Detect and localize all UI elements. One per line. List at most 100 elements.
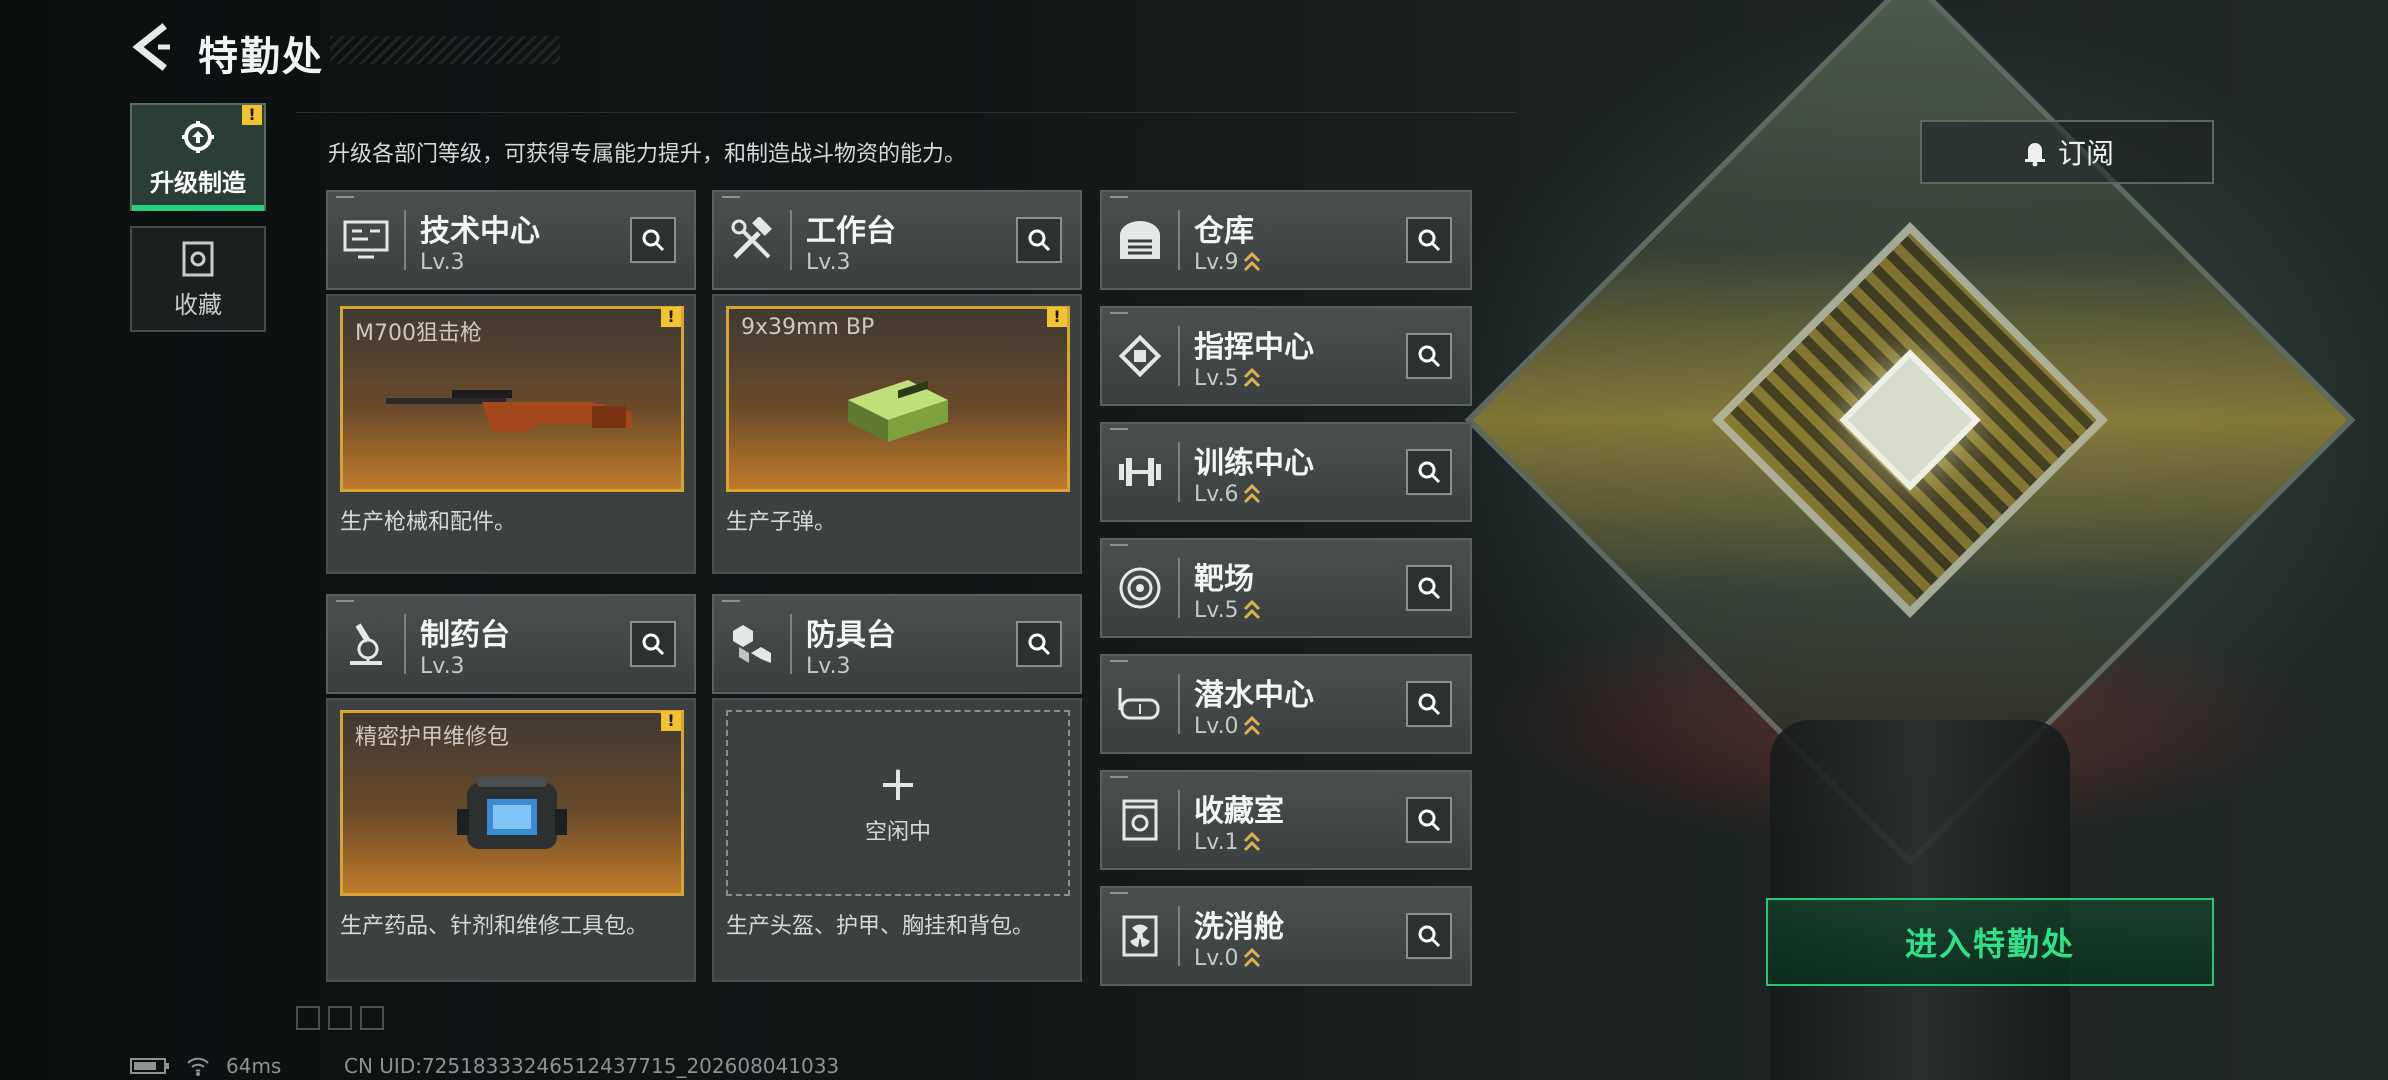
corner-mark bbox=[1110, 196, 1128, 198]
back-arrow-icon[interactable] bbox=[128, 22, 178, 72]
diving-mask-icon bbox=[1118, 688, 1160, 720]
tab-label: 收藏 bbox=[174, 290, 222, 319]
dept-card-decontamination[interactable]: 洗消舱 Lv.0 bbox=[1100, 886, 1472, 986]
production-desc: 生产枪械和配件。 bbox=[340, 510, 517, 535]
corner-mark bbox=[1110, 892, 1128, 894]
production-slot[interactable]: ! 精密护甲维修包 bbox=[340, 710, 684, 896]
add-icon: + bbox=[877, 756, 919, 812]
target-icon bbox=[1119, 567, 1161, 609]
dept-level: Lv.6 bbox=[1194, 481, 1239, 507]
section-description: 升级各部门等级，可获得专属能力提升，和制造战斗物资的能力。 bbox=[328, 142, 967, 167]
radiation-icon bbox=[1122, 915, 1158, 957]
corner-mark bbox=[722, 600, 740, 602]
search-icon bbox=[1418, 925, 1441, 948]
dept-level: Lv.3 bbox=[806, 653, 851, 679]
dept-card-collection-room[interactable]: 收藏室 Lv.1 bbox=[1100, 770, 1472, 870]
search-button[interactable] bbox=[630, 217, 676, 263]
search-button[interactable] bbox=[1406, 217, 1452, 263]
dept-name: 收藏室 bbox=[1194, 793, 1284, 829]
warning-badge: ! bbox=[661, 711, 681, 731]
search-icon bbox=[1028, 229, 1051, 252]
corner-mark bbox=[336, 600, 354, 602]
dept-card-armor-bench[interactable]: 防具台 Lv.3 bbox=[712, 594, 1082, 694]
production-slot[interactable]: ! 9x39mm BP bbox=[726, 306, 1070, 492]
dept-card-warehouse[interactable]: 仓库 Lv.9 bbox=[1100, 190, 1472, 290]
dept-name: 训练中心 bbox=[1194, 445, 1314, 481]
search-button[interactable] bbox=[1406, 913, 1452, 959]
dept-level: Lv.5 bbox=[1194, 365, 1239, 391]
empty-production-slot[interactable]: + 空闲中 bbox=[726, 710, 1070, 896]
search-icon bbox=[642, 229, 665, 252]
search-button[interactable] bbox=[1406, 681, 1452, 727]
production-desc: 生产子弹。 bbox=[726, 510, 837, 535]
corner-mark bbox=[1110, 544, 1128, 546]
search-icon bbox=[1418, 693, 1441, 716]
dept-name: 技术中心 bbox=[420, 213, 540, 249]
dept-name: 洗消舱 bbox=[1194, 909, 1284, 945]
section-divider bbox=[296, 112, 1516, 113]
dept-card-command-center[interactable]: 指挥中心 Lv.5 bbox=[1100, 306, 1472, 406]
dept-name: 潜水中心 bbox=[1194, 677, 1314, 713]
production-desc: 生产头盔、护甲、胸挂和背包。 bbox=[726, 914, 1035, 939]
dept-card-workbench[interactable]: 工作台 Lv.3 bbox=[712, 190, 1082, 290]
search-button[interactable] bbox=[630, 621, 676, 667]
search-icon bbox=[1418, 809, 1441, 832]
tab-upgrade-craft[interactable]: ! 升级制造 bbox=[130, 103, 266, 211]
production-panel-ammo: ! 9x39mm BP 生产子弹。 bbox=[712, 294, 1082, 574]
search-button[interactable] bbox=[1016, 621, 1062, 667]
search-button[interactable] bbox=[1406, 449, 1452, 495]
tab-collection[interactable]: 收藏 bbox=[130, 226, 266, 332]
dept-name: 工作台 bbox=[806, 213, 896, 249]
search-button[interactable] bbox=[1406, 797, 1452, 843]
bottom-decoration bbox=[296, 1006, 384, 1030]
status-bar: 64ms bbox=[130, 1054, 281, 1078]
dept-card-pharmacy[interactable]: 制药台 Lv.3 bbox=[326, 594, 696, 694]
dept-level: Lv.3 bbox=[420, 249, 465, 275]
dept-name: 指挥中心 bbox=[1194, 329, 1314, 365]
production-item-name: 精密护甲维修包 bbox=[355, 725, 510, 750]
dept-card-training-center[interactable]: 训练中心 Lv.6 bbox=[1100, 422, 1472, 522]
corner-mark bbox=[1110, 428, 1128, 430]
corner-mark bbox=[722, 196, 740, 198]
search-icon bbox=[1418, 345, 1441, 368]
search-button[interactable] bbox=[1016, 217, 1062, 263]
dept-card-tech-center[interactable]: 技术中心 Lv.3 bbox=[326, 190, 696, 290]
uid-text: CN UID:7251833324651243771​5_20260804103… bbox=[344, 1054, 840, 1078]
production-item-name: M700狙击枪 bbox=[355, 321, 482, 346]
dept-name: 防具台 bbox=[806, 617, 896, 653]
title-stripe-decoration bbox=[330, 36, 560, 64]
dept-card-diving-center[interactable]: 潜水中心 Lv.0 bbox=[1100, 654, 1472, 754]
blocks-icon bbox=[733, 625, 771, 663]
dept-level: Lv.9 bbox=[1194, 249, 1239, 275]
upgrade-chevron-icon bbox=[1243, 947, 1260, 968]
ping-value: 64ms bbox=[226, 1054, 282, 1078]
dept-name: 仓库 bbox=[1194, 213, 1254, 249]
production-desc: 生产药品、针剂和维修工具包。 bbox=[340, 914, 649, 939]
active-tab-underline bbox=[132, 205, 264, 211]
search-icon bbox=[1418, 229, 1441, 252]
dept-level: Lv.0 bbox=[1194, 713, 1239, 739]
monitor-icon bbox=[343, 220, 389, 259]
enter-special-ops-button[interactable]: 进入特勤处 bbox=[1766, 898, 2214, 986]
search-icon bbox=[1028, 633, 1051, 656]
upgrade-chevron-icon bbox=[1243, 367, 1260, 388]
upgrade-chevron-icon bbox=[1243, 483, 1260, 504]
search-button[interactable] bbox=[1406, 565, 1452, 611]
sniper-rifle-image bbox=[386, 389, 632, 432]
subscribe-button[interactable]: 订阅 bbox=[1920, 120, 2214, 184]
upgrade-chevron-icon bbox=[1243, 831, 1260, 852]
microscope-icon bbox=[350, 623, 382, 665]
dept-name: 靶场 bbox=[1194, 561, 1254, 597]
corner-mark bbox=[1110, 660, 1128, 662]
tab-label: 升级制造 bbox=[150, 168, 246, 197]
search-button[interactable] bbox=[1406, 333, 1452, 379]
subscribe-label: 订阅 bbox=[2057, 137, 2114, 170]
dept-card-shooting-range[interactable]: 靶场 Lv.5 bbox=[1100, 538, 1472, 638]
production-panel-armor: + 空闲中 生产头盔、护甲、胸挂和背包。 bbox=[712, 698, 1082, 982]
idle-label: 空闲中 bbox=[864, 820, 931, 845]
corner-mark bbox=[1110, 312, 1128, 314]
warehouse-icon bbox=[1120, 221, 1160, 259]
production-slot[interactable]: ! M700狙击枪 bbox=[340, 306, 684, 492]
warning-badge: ! bbox=[661, 307, 681, 327]
collection-case-icon bbox=[182, 241, 214, 276]
